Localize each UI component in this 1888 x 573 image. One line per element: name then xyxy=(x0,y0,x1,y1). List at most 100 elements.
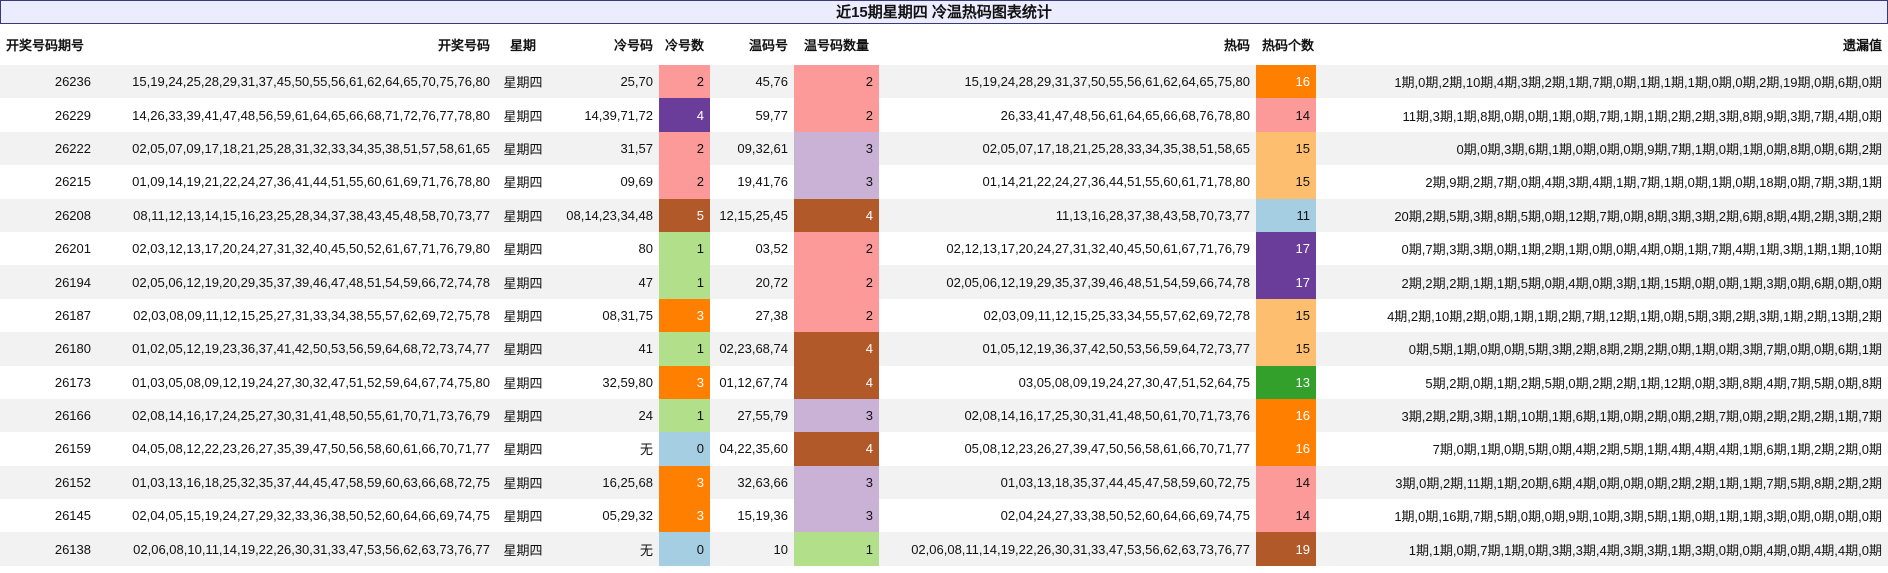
cell-cold: 32,59,80 xyxy=(550,365,659,399)
cell-cold: 08,31,75 xyxy=(550,298,659,333)
table-row: 26236 15,19,24,25,28,29,31,37,45,50,55,56… xyxy=(0,65,1888,99)
cell-warm-count: 2 xyxy=(794,265,879,299)
cell-hot-count: 15 xyxy=(1256,165,1316,199)
table-row: 26180 01,02,05,12,19,23,36,37,41,42,50,53… xyxy=(0,332,1888,366)
cell-weekday: 星期四 xyxy=(496,165,550,199)
table-row: 26145 02,04,05,15,19,24,27,29,32,33,36,38… xyxy=(0,499,1888,533)
table-row: 26229 14,26,33,39,41,47,48,56,59,61,64,65… xyxy=(0,98,1888,132)
cell-cold: 08,14,23,34,48 xyxy=(550,198,659,232)
cell-hot: 15,19,24,28,29,31,37,50,55,56,61,62,64,6… xyxy=(879,65,1256,99)
cell-issue: 26215 xyxy=(0,165,97,199)
cell-miss: 11期,3期,1期,8期,0期,0期,1期,0期,7期,1期,1期,2期,2期,… xyxy=(1316,98,1888,132)
cell-cold-count: 0 xyxy=(659,532,710,566)
cell-miss: 0期,0期,3期,6期,1期,0期,0期,0期,9期,7期,1期,0期,1期,0… xyxy=(1316,131,1888,166)
cell-cold: 14,39,71,72 xyxy=(550,98,659,132)
cell-hot: 02,05,06,12,19,29,35,37,39,46,48,51,54,5… xyxy=(879,265,1256,299)
cell-warm-count: 2 xyxy=(794,98,879,132)
table-title: 近15期星期四 冷温热码图表统计 xyxy=(0,0,1888,24)
cell-cold-count: 2 xyxy=(659,65,710,99)
cell-miss: 2期,9期,2期,7期,0期,4期,3期,4期,1期,7期,1期,0期,1期,0… xyxy=(1316,165,1888,199)
cell-cold-count: 1 xyxy=(659,231,710,266)
cell-cold: 09,69 xyxy=(550,165,659,199)
header-cold: 冷号码 xyxy=(550,24,659,65)
cell-hot-count: 15 xyxy=(1256,298,1316,333)
cell-issue: 26180 xyxy=(0,332,97,366)
cell-cold-count: 3 xyxy=(659,499,710,533)
cell-numbers: 01,02,05,12,19,23,36,37,41,42,50,53,56,5… xyxy=(97,332,496,366)
cell-hot-count: 19 xyxy=(1256,532,1316,566)
cell-weekday: 星期四 xyxy=(496,131,550,166)
cell-weekday: 星期四 xyxy=(496,298,550,333)
cell-warm: 27,38 xyxy=(710,298,794,333)
cell-hot: 02,03,09,11,12,15,25,33,34,55,57,62,69,7… xyxy=(879,298,1256,333)
cell-warm: 32,63,66 xyxy=(710,465,794,500)
table-row: 26201 02,03,12,13,17,20,24,27,31,32,40,45… xyxy=(0,231,1888,266)
cell-hot-count: 13 xyxy=(1256,365,1316,399)
cell-cold-count: 4 xyxy=(659,98,710,132)
cell-weekday: 星期四 xyxy=(496,65,550,99)
cell-issue: 26222 xyxy=(0,131,97,166)
cell-warm-count: 4 xyxy=(794,332,879,366)
cell-miss: 7期,0期,1期,0期,5期,0期,4期,2期,5期,1期,4期,4期,4期,1… xyxy=(1316,432,1888,466)
cell-numbers: 02,03,12,13,17,20,24,27,31,32,40,45,50,5… xyxy=(97,231,496,266)
cell-hot: 26,33,41,47,48,56,61,64,65,66,68,76,78,8… xyxy=(879,98,1256,132)
cell-hot: 02,04,24,27,33,38,50,52,60,64,66,69,74,7… xyxy=(879,499,1256,533)
cell-warm-count: 2 xyxy=(794,231,879,266)
cell-miss: 20期,2期,5期,3期,8期,5期,0期,12期,7期,0期,8期,3期,3期… xyxy=(1316,198,1888,232)
cell-hot-count: 14 xyxy=(1256,465,1316,500)
cell-weekday: 星期四 xyxy=(496,432,550,466)
cell-weekday: 星期四 xyxy=(496,365,550,399)
cell-miss: 3期,0期,2期,11期,1期,20期,6期,4期,0期,0期,0期,2期,2期… xyxy=(1316,465,1888,500)
cell-hot: 02,06,08,11,14,19,22,26,30,31,33,47,53,5… xyxy=(879,532,1256,566)
header-hot-count: 热码个数 xyxy=(1256,24,1316,65)
cell-hot: 01,14,21,22,24,27,36,44,51,55,60,61,71,7… xyxy=(879,165,1256,199)
cell-warm-count: 3 xyxy=(794,165,879,199)
cell-warm-count: 2 xyxy=(794,65,879,99)
cell-warm-count: 3 xyxy=(794,398,879,433)
cell-miss: 0期,5期,1期,0期,0期,5期,3期,2期,8期,2期,2期,0期,1期,0… xyxy=(1316,332,1888,366)
cell-miss: 1期,0期,2期,10期,4期,3期,2期,1期,7期,0期,1期,1期,1期,… xyxy=(1316,65,1888,99)
cell-miss: 2期,2期,2期,1期,1期,5期,0期,4期,0期,3期,1期,15期,0期,… xyxy=(1316,265,1888,299)
cell-warm-count: 4 xyxy=(794,365,879,399)
cell-issue: 26187 xyxy=(0,298,97,333)
cell-cold-count: 0 xyxy=(659,432,710,466)
cell-warm-count: 4 xyxy=(794,198,879,232)
cell-issue: 26194 xyxy=(0,265,97,299)
cell-cold-count: 1 xyxy=(659,398,710,433)
cell-hot: 02,12,13,17,20,24,27,31,32,40,45,50,61,6… xyxy=(879,231,1256,266)
table-row: 26138 02,06,08,10,11,14,19,22,26,30,31,33… xyxy=(0,532,1888,566)
header-row: 开奖号码期号 开奖号码 星期 冷号码 冷号数 温码号 温号码数量 热码 热码个数… xyxy=(0,24,1888,65)
cell-miss: 4期,2期,10期,2期,0期,1期,1期,2期,7期,12期,1期,0期,5期… xyxy=(1316,298,1888,333)
cell-hot-count: 17 xyxy=(1256,231,1316,266)
cell-issue: 26145 xyxy=(0,499,97,533)
cell-issue: 26208 xyxy=(0,198,97,232)
cell-hot-count: 15 xyxy=(1256,332,1316,366)
cell-hot-count: 17 xyxy=(1256,265,1316,299)
cell-cold: 24 xyxy=(550,398,659,433)
table-row: 26166 02,08,14,16,17,24,25,27,30,31,41,48… xyxy=(0,398,1888,433)
cell-weekday: 星期四 xyxy=(496,499,550,533)
cell-cold: 47 xyxy=(550,265,659,299)
cell-cold-count: 2 xyxy=(659,165,710,199)
cell-weekday: 星期四 xyxy=(496,231,550,266)
cell-hot-count: 14 xyxy=(1256,499,1316,533)
cell-numbers: 02,05,07,09,17,18,21,25,28,31,32,33,34,3… xyxy=(97,131,496,166)
cell-cold: 无 xyxy=(550,532,659,566)
stats-page: 近15期星期四 冷温热码图表统计 开奖号码期号 开奖号码 星期 冷号码 冷号数 … xyxy=(0,0,1888,573)
cell-numbers: 02,06,08,10,11,14,19,22,26,30,31,33,47,5… xyxy=(97,532,496,566)
cell-weekday: 星期四 xyxy=(496,532,550,566)
cell-hot: 11,13,16,28,37,38,43,58,70,73,77 xyxy=(879,198,1256,232)
cell-numbers: 04,05,08,12,22,23,26,27,35,39,47,50,56,5… xyxy=(97,432,496,466)
cell-hot-count: 14 xyxy=(1256,98,1316,132)
table-row: 26187 02,03,08,09,11,12,15,25,27,31,33,34… xyxy=(0,298,1888,333)
table-row: 26152 01,03,13,16,18,25,32,35,37,44,45,47… xyxy=(0,465,1888,500)
cell-weekday: 星期四 xyxy=(496,265,550,299)
cell-warm-count: 1 xyxy=(794,532,879,566)
header-issue: 开奖号码期号 xyxy=(0,24,97,65)
cell-issue: 26152 xyxy=(0,465,97,500)
cell-hot: 03,05,08,09,19,24,27,30,47,51,52,64,75 xyxy=(879,365,1256,399)
cell-warm: 45,76 xyxy=(710,65,794,99)
table-row: 26173 01,03,05,08,09,12,19,24,27,30,32,47… xyxy=(0,365,1888,399)
cell-miss: 3期,2期,2期,3期,1期,10期,1期,6期,1期,0期,2期,0期,2期,… xyxy=(1316,398,1888,433)
cell-cold: 41 xyxy=(550,332,659,366)
